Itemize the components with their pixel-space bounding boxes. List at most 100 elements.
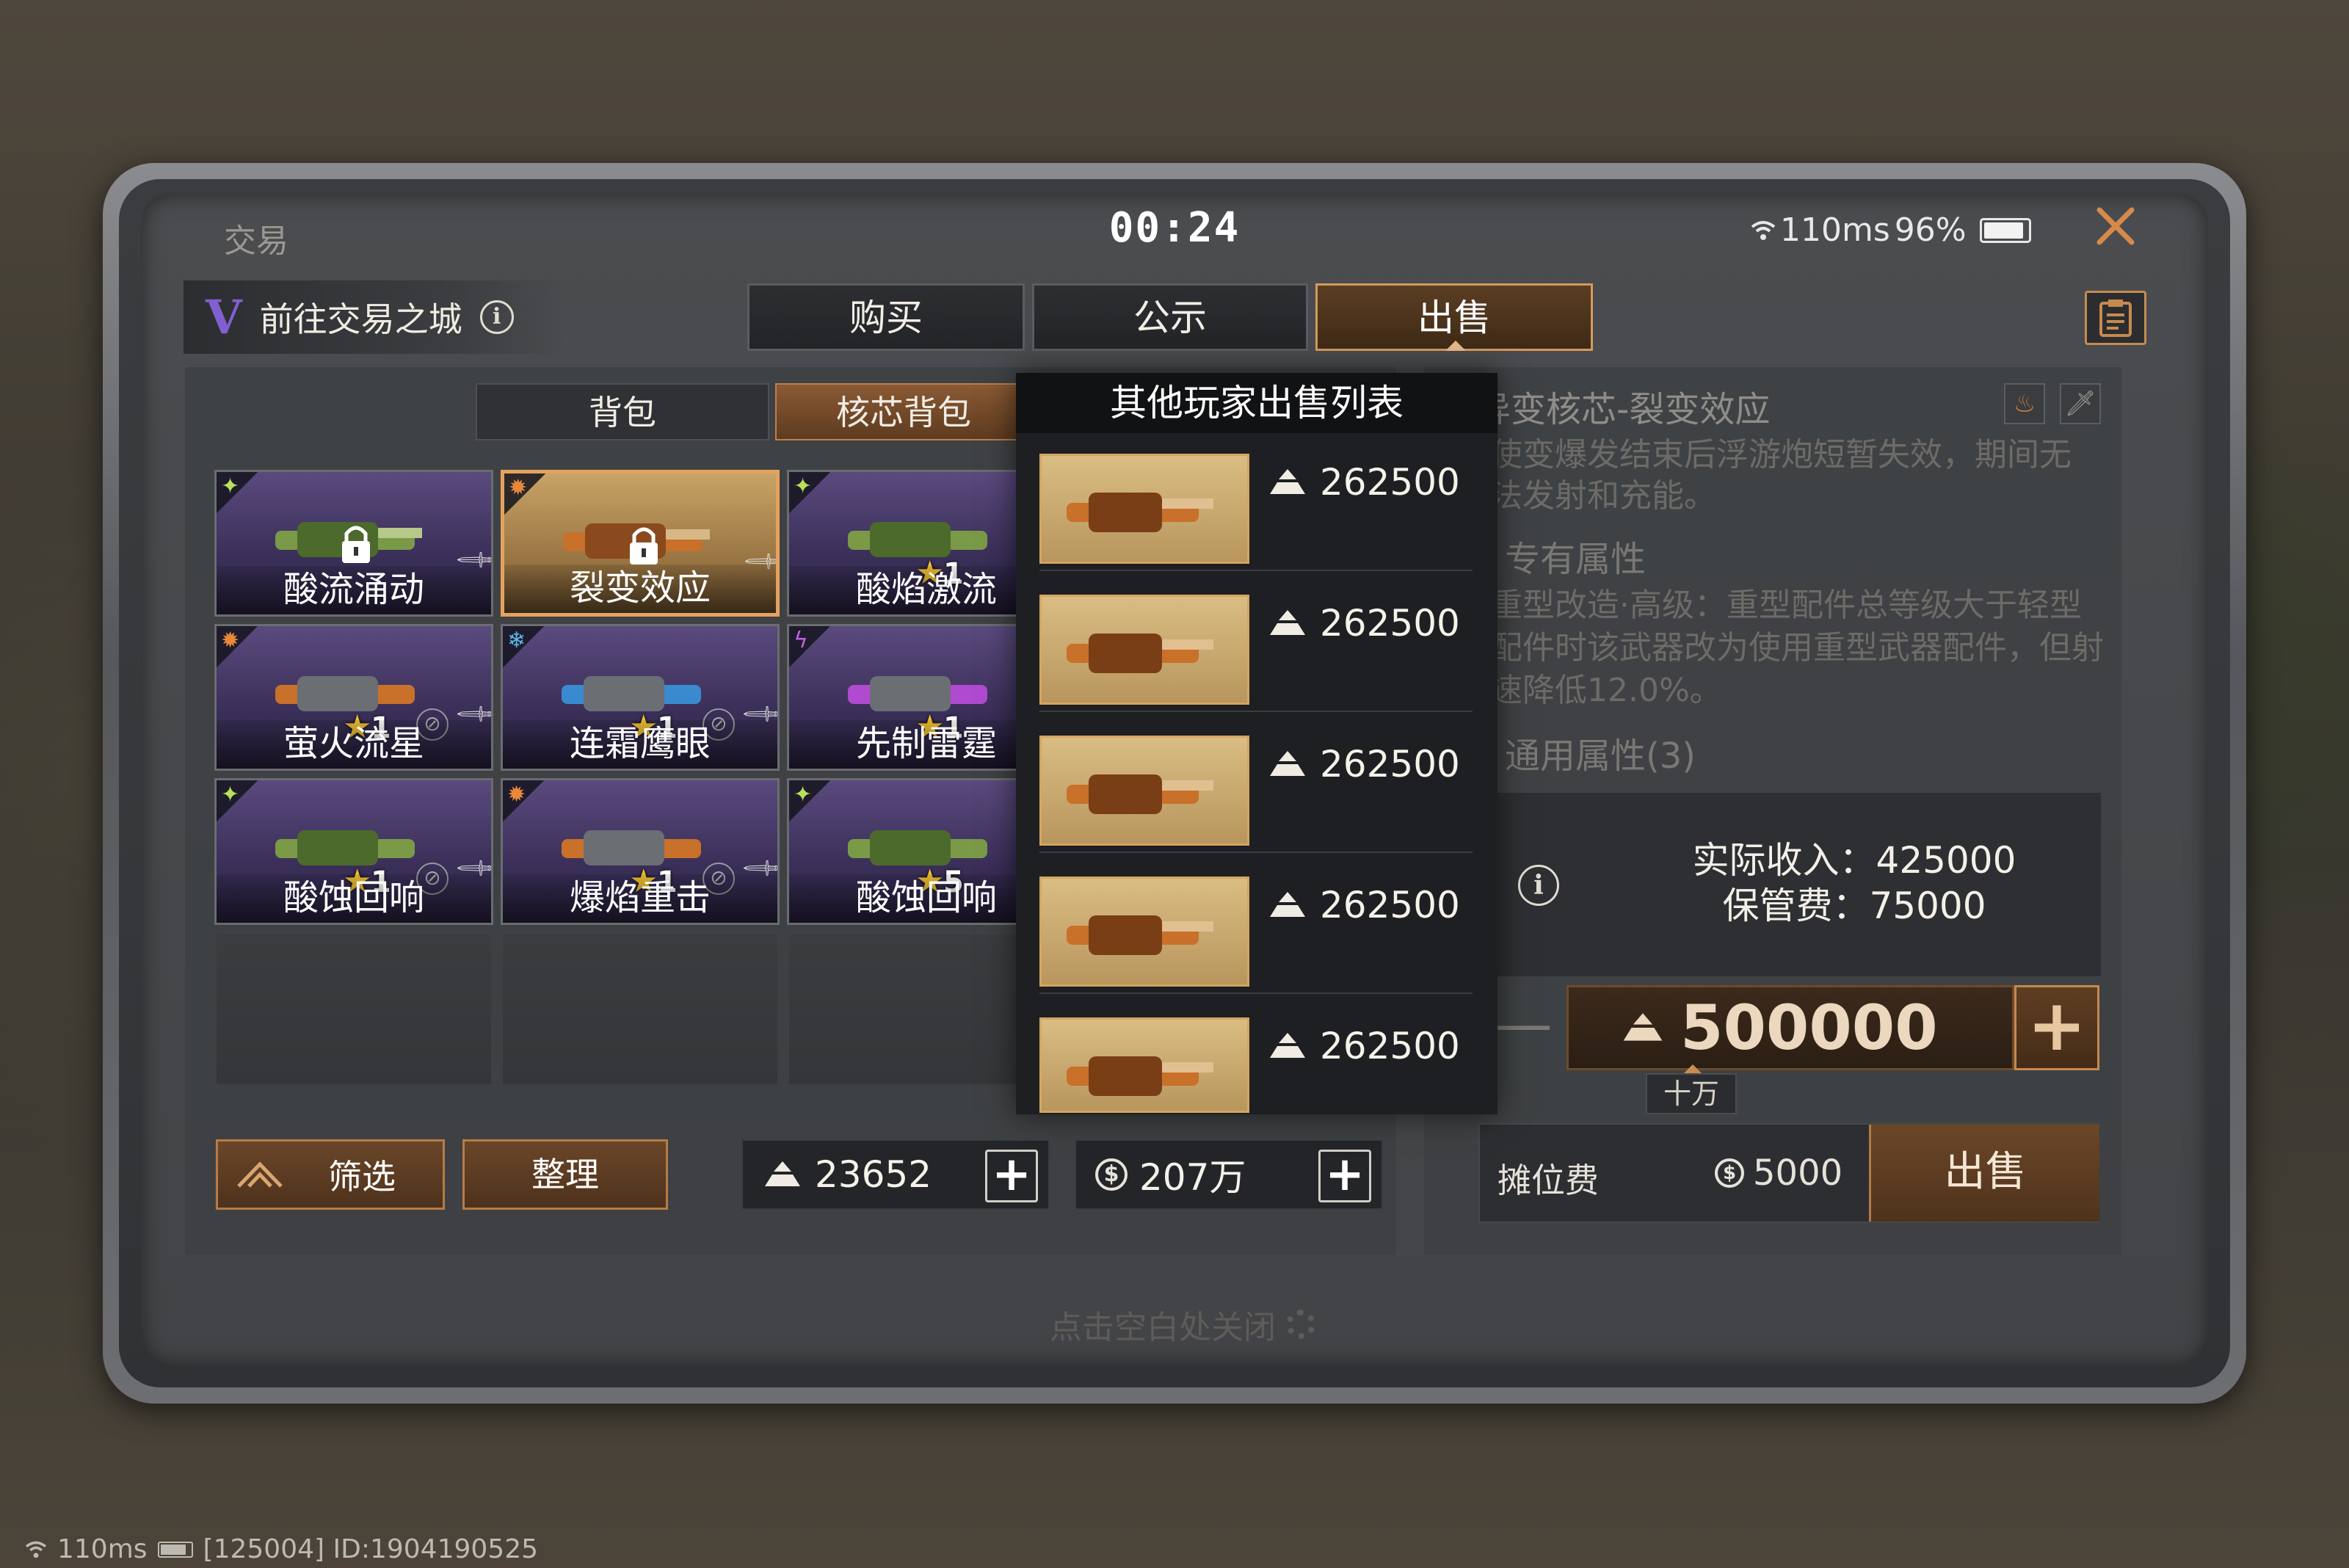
info-icon[interactable]: i xyxy=(479,300,514,334)
status-bar: 110ms 96% xyxy=(1751,211,2031,249)
network-latency: 110ms xyxy=(1780,211,1890,249)
trade-city-link[interactable]: V 前往交易之城 i xyxy=(184,280,565,354)
weapon-icon xyxy=(1067,915,1213,955)
detail-icons: ♨ 🗡 xyxy=(2004,383,2101,424)
add-gold-button[interactable]: + xyxy=(985,1150,1038,1202)
listing-row[interactable]: 262500 xyxy=(1039,1003,1473,1135)
stall-fee-row: 摊位费 $ 5000 出售 xyxy=(1478,1123,2099,1223)
lock-icon xyxy=(342,526,370,563)
decrease-price-button[interactable]: — xyxy=(1490,984,1556,1072)
knife-icon: 🗡 xyxy=(2060,383,2101,424)
subtab-backpack[interactable]: 背包 xyxy=(476,383,769,440)
listing-row[interactable]: 262500 xyxy=(1039,862,1473,994)
price-step-unit[interactable]: 十万 xyxy=(1646,1064,1737,1114)
listing-price: 262500 xyxy=(1267,461,1460,504)
listing-price: 262500 xyxy=(1267,743,1460,785)
listing-price-value: 262500 xyxy=(1320,743,1460,785)
listing-price: 262500 xyxy=(1267,602,1460,645)
filter-label: 筛选 xyxy=(328,1157,396,1197)
clipboard-icon xyxy=(2099,300,2132,337)
price-input[interactable]: 500000 xyxy=(1566,985,2014,1070)
item-name: 萤火流星 xyxy=(217,720,491,769)
listing-row[interactable]: 262500 xyxy=(1039,580,1473,712)
item-name: 连霜鹰眼 xyxy=(503,720,777,769)
listing-price-value: 262500 xyxy=(1320,884,1460,926)
coin-amount: 207万 xyxy=(1139,1156,1246,1199)
trade-city-label: 前往交易之城 xyxy=(259,300,462,339)
gold-currency: 23652 + xyxy=(741,1139,1050,1210)
close-hint[interactable]: 点击空白处关闭 xyxy=(1050,1301,1315,1348)
add-coins-button[interactable]: + xyxy=(1318,1150,1371,1202)
stall-fee-amount: 5000 xyxy=(1753,1153,1843,1194)
listing-thumbnail xyxy=(1039,1017,1249,1113)
tab-buy[interactable]: 购买 xyxy=(747,283,1025,351)
listing-price-value: 262500 xyxy=(1320,1025,1460,1067)
listing-row[interactable]: 262500 xyxy=(1039,721,1473,853)
acid-element-icon: ✦ xyxy=(217,472,258,513)
item-name: 爆焰重击 xyxy=(503,874,777,923)
gold-bar-icon xyxy=(1270,751,1305,776)
gold-bar-icon xyxy=(1270,892,1305,917)
gear-icon xyxy=(1286,1310,1315,1339)
listing-price-value: 262500 xyxy=(1320,602,1460,645)
sell-button[interactable]: 出售 xyxy=(1869,1125,2099,1222)
listing-thumbnail xyxy=(1039,595,1249,705)
weapon-icon xyxy=(1067,634,1213,673)
gold-bar-icon xyxy=(765,1161,800,1186)
item-name: 裂变效应 xyxy=(504,565,776,613)
tab-sell[interactable]: 出售 xyxy=(1315,283,1593,351)
battery-icon xyxy=(157,1541,193,1558)
item-card[interactable]: ❄ ★ 1 ⊘ 🗡 连霜鹰眼 xyxy=(501,624,780,771)
acid-element-icon: ✦ xyxy=(217,780,258,821)
thunder-element-icon: ϟ xyxy=(789,626,830,667)
income-summary: i 实际收入：425000 保管费：75000 xyxy=(1480,793,2101,976)
stall-fee-value: $ 5000 xyxy=(1715,1153,1842,1194)
acid-element-icon: ✦ xyxy=(789,780,830,821)
gold-bar-icon xyxy=(1270,1033,1305,1058)
footer-status: 110ms [125004] ID:1904190525 xyxy=(25,1534,538,1564)
item-card[interactable]: ✹ ★ 1 ⊘ 🗡 爆焰重击 xyxy=(501,778,780,925)
fire-element-icon: ✹ xyxy=(504,473,545,515)
wifi-icon xyxy=(1751,220,1776,240)
listing-row[interactable]: 262500 xyxy=(1039,439,1473,571)
listing-price-value: 262500 xyxy=(1320,461,1460,504)
item-card[interactable]: ✹ ★ 1 ⊘ 🗡 萤火流星 xyxy=(214,624,493,771)
item-card[interactable]: ✹ 🗡 裂变效应 xyxy=(501,470,780,617)
item-card[interactable]: ✦ 🗡 酸流涌动 xyxy=(214,470,493,617)
battery-percent: 96% xyxy=(1894,211,1967,249)
listing-thumbnail xyxy=(1039,454,1249,564)
coin-currency: $ 207万 + xyxy=(1075,1139,1383,1210)
filter-button[interactable]: 筛选 xyxy=(216,1139,445,1210)
frost-element-icon: ❄ xyxy=(503,626,544,667)
filter-icon xyxy=(237,1161,283,1188)
info-icon[interactable]: i xyxy=(1518,865,1559,906)
records-button[interactable] xyxy=(2085,291,2146,345)
close-button[interactable] xyxy=(2092,203,2139,250)
increase-price-button[interactable]: + xyxy=(2014,985,2099,1070)
gold-bar-icon xyxy=(1270,610,1305,635)
empty-slot xyxy=(501,932,780,1086)
fire-element-icon: ✹ xyxy=(217,626,258,667)
subtab-core-backpack[interactable]: 核芯背包 xyxy=(775,383,1032,440)
market-listings-popup: 其他玩家出售列表 262500 262500 262500 262500 262… xyxy=(1016,373,1497,1114)
fire-icon: ♨ xyxy=(2004,383,2045,424)
item-detail-title: 异变核芯-裂变效应 xyxy=(1475,389,1771,430)
weapon-icon xyxy=(1067,774,1213,814)
sort-button[interactable]: 整理 xyxy=(462,1139,668,1210)
item-name: 酸流涌动 xyxy=(217,566,491,614)
gold-amount: 23652 xyxy=(815,1153,932,1196)
wifi-icon xyxy=(25,1541,47,1558)
listing-thumbnail xyxy=(1039,876,1249,987)
window-title: 交易 xyxy=(224,222,288,260)
timer: 00:24 xyxy=(1108,204,1241,252)
item-description: 使变爆发结束后浮游炮短暂失效，期间无法发射和充能。 xyxy=(1490,436,2072,515)
close-icon xyxy=(2096,207,2135,245)
fire-element-icon: ✹ xyxy=(503,780,544,821)
gold-bar-icon xyxy=(1270,469,1305,494)
gold-bar-icon xyxy=(1623,1013,1663,1041)
item-card[interactable]: ✦ ★ 1 ⊘ 🗡 酸蚀回响 xyxy=(214,778,493,925)
v-logo-icon: V xyxy=(206,289,242,345)
weapon-icon xyxy=(1067,1056,1213,1096)
close-hint-text: 点击空白处关闭 xyxy=(1050,1309,1276,1346)
tab-notice[interactable]: 公示 xyxy=(1032,283,1308,351)
